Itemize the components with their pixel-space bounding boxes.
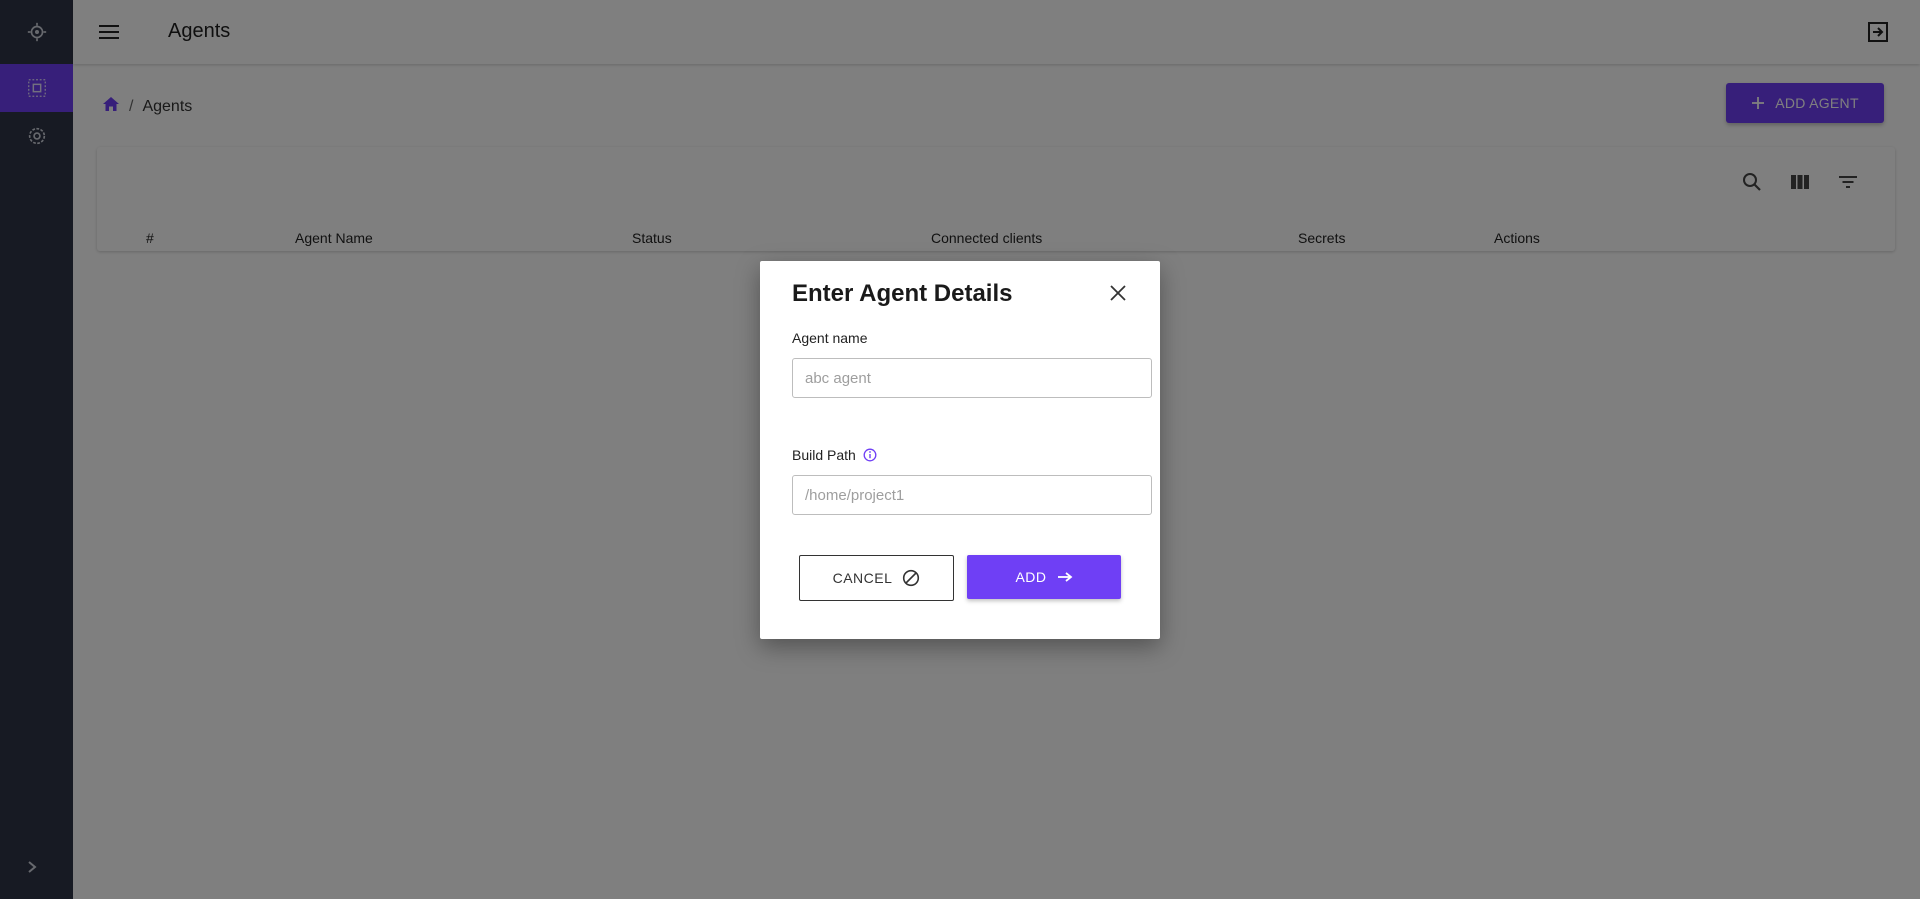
info-icon[interactable] — [863, 448, 877, 462]
build-path-label: Build Path — [792, 447, 877, 463]
close-button[interactable] — [1106, 281, 1130, 305]
close-icon — [1110, 285, 1126, 301]
build-path-input[interactable] — [792, 475, 1152, 515]
agent-name-label-text: Agent name — [792, 330, 868, 346]
add-label: ADD — [1015, 569, 1047, 585]
agent-name-input[interactable] — [792, 358, 1152, 398]
block-icon — [903, 569, 920, 587]
build-path-label-text: Build Path — [792, 447, 856, 463]
add-button[interactable]: ADD — [967, 555, 1121, 599]
arrow-right-icon — [1057, 572, 1072, 582]
agent-name-label: Agent name — [792, 330, 868, 346]
cancel-button[interactable]: CANCEL — [799, 555, 954, 601]
dialog-title: Enter Agent Details — [792, 280, 1013, 307]
cancel-label: CANCEL — [832, 570, 893, 586]
enter-agent-details-dialog: Enter Agent Details Agent name Build Pat… — [760, 261, 1160, 639]
